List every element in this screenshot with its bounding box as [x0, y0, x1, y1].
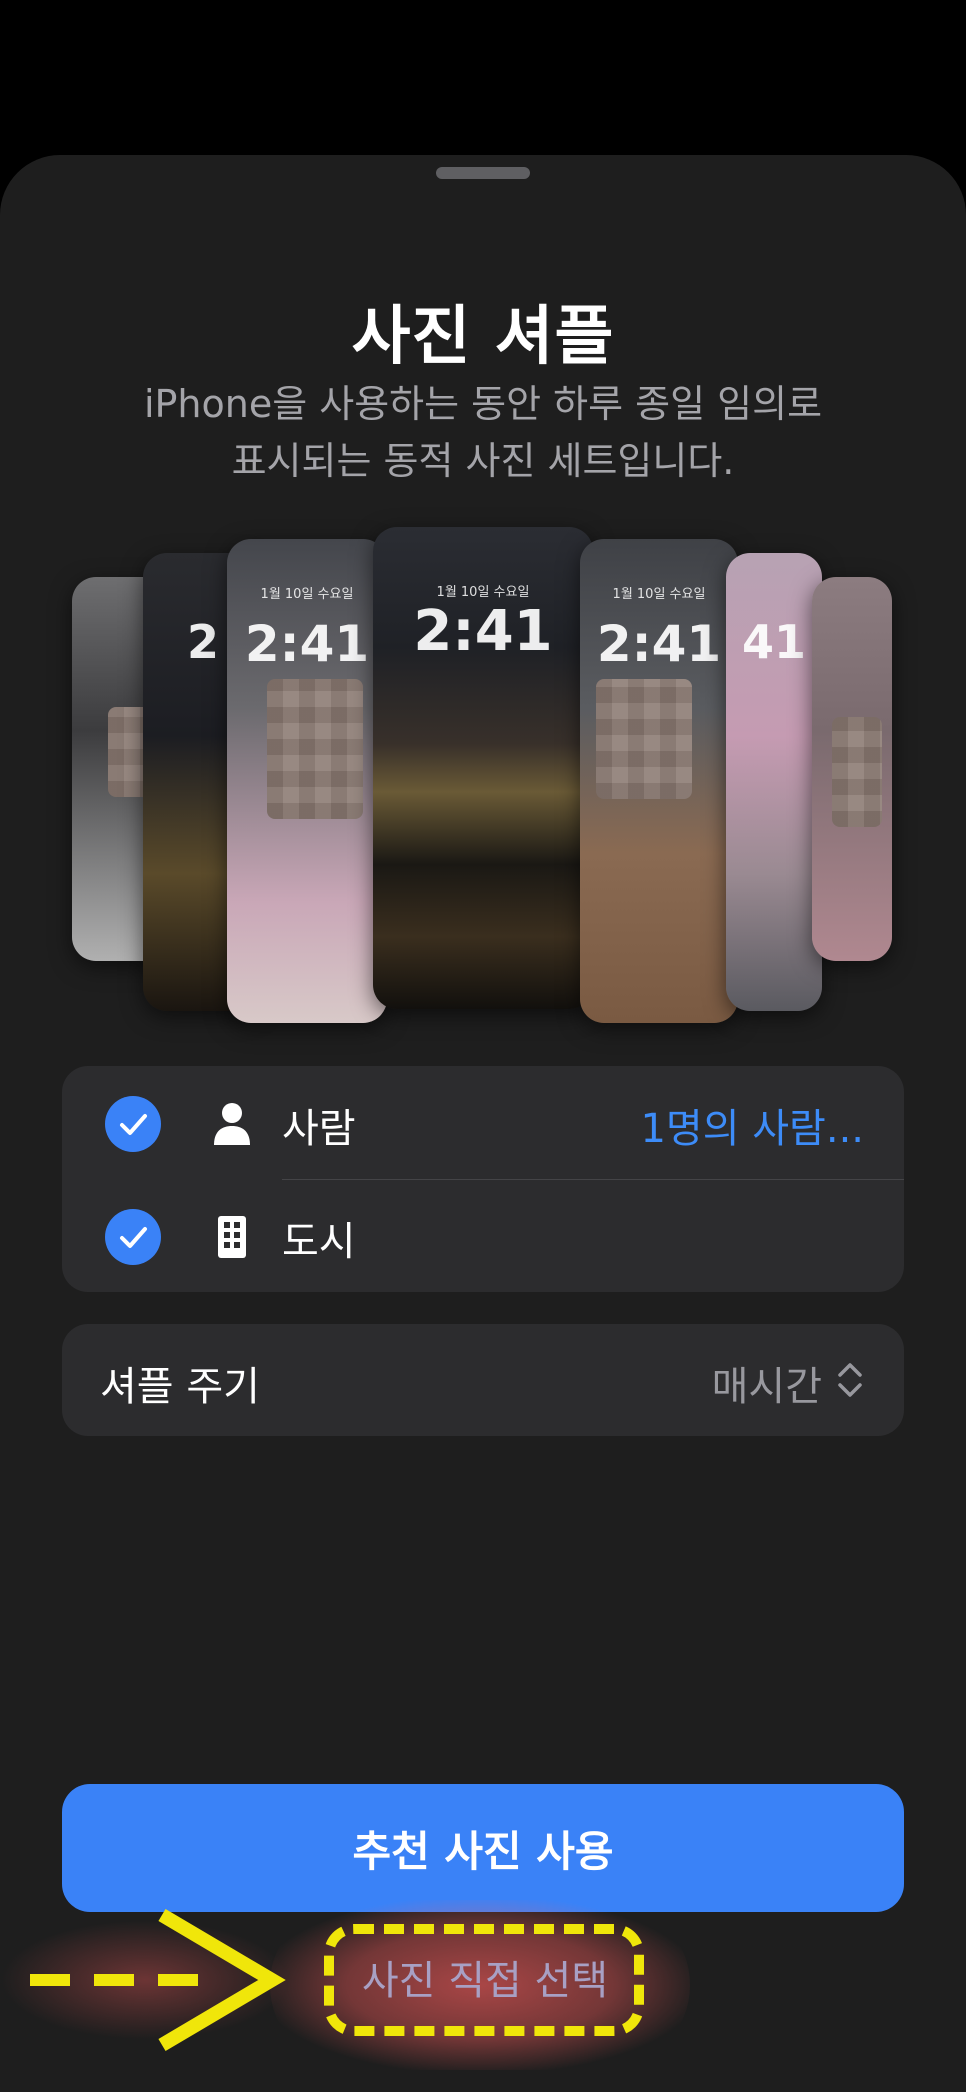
wallpaper-date: 1월 10일 수요일: [612, 587, 706, 602]
category-row-city[interactable]: 도시: [62, 1179, 904, 1292]
category-label: 사람: [282, 1106, 356, 1152]
annotation-highlight-box: [324, 1924, 644, 2036]
wallpaper-preview-card: 1월 10일 수요일 2:41: [227, 539, 387, 1023]
checkmark-icon[interactable]: [105, 1096, 161, 1152]
chevron-up-down-icon: [836, 1360, 864, 1400]
wallpaper-preview-card: 1월 10일 수요일 2:41: [580, 539, 738, 1023]
checkmark-icon[interactable]: [105, 1209, 161, 1265]
people-selection-link[interactable]: 1명의 사람...: [640, 1096, 864, 1154]
wallpaper-preview-card: [812, 577, 892, 961]
building-icon: [212, 1214, 252, 1260]
wallpaper-time: 2:41: [596, 615, 722, 673]
wallpaper-time: 2:41: [413, 599, 553, 664]
shuffle-frequency-row[interactable]: 셔플 주기 매시간: [62, 1324, 904, 1436]
sheet-grabber[interactable]: [436, 167, 530, 179]
person-icon: [212, 1101, 252, 1147]
annotation-arrow-icon: [30, 1908, 286, 2052]
category-row-people[interactable]: 사람 1명의 사람...: [62, 1066, 904, 1180]
page-subtitle: iPhone을 사용하는 동안 하루 종일 임의로 표시되는 동적 사진 세트입…: [100, 376, 866, 490]
shuffle-frequency-label: 셔플 주기: [100, 1364, 260, 1410]
category-label: 도시: [282, 1219, 356, 1265]
wallpaper-preview-card: 41: [726, 553, 822, 1011]
wallpaper-time: 2:41: [244, 615, 370, 673]
use-featured-photos-button[interactable]: 추천 사진 사용: [62, 1784, 904, 1912]
wallpaper-date: 1월 10일 수요일: [436, 585, 530, 600]
page-title: 사진 셔플: [351, 300, 615, 374]
wallpaper-date: 1월 10일 수요일: [260, 587, 354, 602]
subtitle-line-2: 표시되는 동적 사진 세트입니다.: [231, 439, 735, 483]
subtitle-line-1: iPhone을 사용하는 동안 하루 종일 임의로: [143, 382, 823, 426]
wallpaper-preview-carousel: 2 1월 10일 수요일 2:41 1월 10일 수요일 2:41 1월 10일…: [0, 525, 966, 1023]
category-list: 사람 1명의 사람... 도시: [62, 1066, 904, 1292]
wallpaper-preview-card-center: 1월 10일 수요일 2:41: [373, 527, 593, 1009]
shuffle-frequency-value[interactable]: 매시간: [712, 1354, 822, 1412]
